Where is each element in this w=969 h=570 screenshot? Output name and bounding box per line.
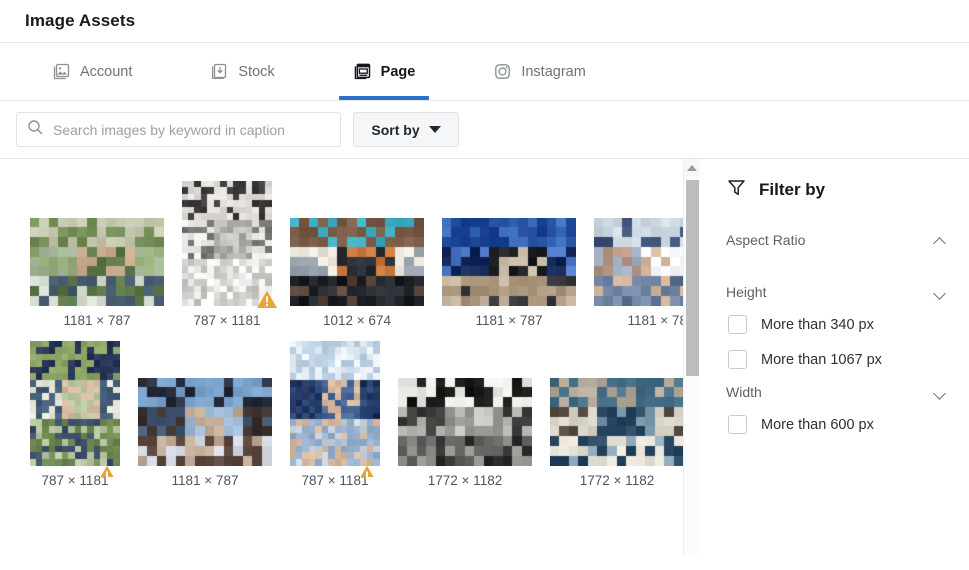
thumbnail-holder[interactable] — [290, 341, 380, 477]
image-thumbnail[interactable] — [398, 378, 532, 466]
filter-option-width-600[interactable]: More than 600 px — [726, 407, 947, 442]
image-asset-item[interactable]: 787 × 1181 — [182, 181, 277, 328]
filter-panel: Filter by Aspect Ratio Height More than … — [700, 159, 969, 555]
thumbnail-holder[interactable] — [138, 378, 272, 466]
instagram-icon — [493, 62, 512, 81]
image-thumbnail[interactable] — [550, 378, 684, 466]
image-thumbnail[interactable] — [290, 341, 380, 466]
thumbnail-holder[interactable] — [442, 218, 576, 306]
image-dimensions-label: 1181 × 787 — [171, 473, 239, 488]
sort-by-label: Sort by — [371, 121, 420, 138]
gallery-scrollbar[interactable] — [683, 159, 700, 555]
height-options: More than 340 px More than 1067 px — [726, 307, 947, 377]
checkbox[interactable] — [728, 350, 747, 369]
filter-section-label: Aspect Ratio — [726, 232, 806, 248]
image-asset-item[interactable]: 1181 × 787 — [442, 218, 576, 328]
image-asset-item[interactable]: 1772 × 1182 — [398, 378, 532, 488]
chevron-down-icon — [428, 126, 441, 133]
image-thumbnail[interactable] — [290, 218, 424, 306]
search-box[interactable] — [16, 112, 341, 147]
tab-account[interactable]: Account — [38, 43, 146, 100]
image-thumbnail[interactable] — [442, 218, 576, 306]
warning-triangle-icon — [95, 464, 118, 477]
image-asset-item[interactable]: 1772 × 1182 — [550, 378, 684, 488]
image-frame-icon — [52, 62, 71, 81]
image-grid-row: 787 × 1181 1181 × 787 787 × 1181 1772 × 11… — [30, 341, 700, 488]
filter-section-height[interactable]: Height — [726, 277, 947, 307]
thumbnail-holder[interactable] — [290, 218, 424, 306]
image-asset-item[interactable]: 787 × 1181 — [290, 341, 380, 488]
filter-option-label: More than 1067 px — [761, 351, 882, 368]
download-box-icon — [210, 62, 229, 81]
image-asset-item[interactable]: 787 × 1181 — [30, 341, 120, 488]
warning-triangle-icon — [355, 464, 378, 477]
image-thumbnail[interactable] — [138, 378, 272, 466]
checkbox[interactable] — [728, 415, 747, 434]
image-asset-item[interactable]: 1181 × 787 — [138, 378, 272, 488]
warning-triangle-icon — [255, 288, 278, 310]
image-grid: 1181 × 787 787 × 1181 1012 × 674 1181 × 78… — [0, 159, 700, 488]
aspect-ratio-content — [726, 255, 947, 277]
image-gallery-panel: 1181 × 787 787 × 1181 1012 × 674 1181 × 78… — [0, 159, 700, 555]
image-grid-row: 1181 × 787 787 × 1181 1012 × 674 1181 × 78… — [30, 181, 700, 328]
image-dimensions-label: 1772 × 1182 — [427, 473, 503, 488]
filter-title: Filter by — [759, 180, 826, 199]
chevron-down-icon — [934, 286, 947, 299]
filter-header: Filter by — [726, 177, 947, 203]
scroll-up-button[interactable] — [684, 159, 700, 176]
tab-page[interactable]: Page — [338, 43, 430, 100]
image-asset-item[interactable]: 1012 × 674 — [290, 218, 424, 328]
filter-option-height-1067[interactable]: More than 1067 px — [726, 342, 947, 377]
search-input[interactable] — [53, 121, 330, 138]
page-layout-icon — [353, 62, 372, 81]
tab-stock[interactable]: Stock — [196, 43, 288, 100]
filter-section-width[interactable]: Width — [726, 377, 947, 407]
tab-instagram[interactable]: Instagram — [479, 43, 599, 100]
thumbnail-holder[interactable] — [30, 341, 120, 477]
chevron-down-icon — [934, 386, 947, 399]
active-tab-indicator — [338, 96, 430, 100]
tab-bar: Account Stock Page Instagram — [0, 43, 969, 100]
filter-option-label: More than 600 px — [761, 416, 874, 433]
content-area: 1181 × 787 787 × 1181 1012 × 674 1181 × 78… — [0, 158, 969, 555]
filter-section-label: Height — [726, 284, 767, 300]
image-dimensions-label: 1012 × 674 — [323, 313, 391, 328]
chevron-up-icon — [934, 234, 947, 247]
tab-label: Stock — [238, 63, 275, 80]
thumbnail-holder[interactable] — [550, 378, 684, 466]
thumbnail-holder[interactable] — [30, 218, 164, 306]
triangle-up-icon — [687, 164, 697, 171]
filter-section-aspect-ratio[interactable]: Aspect Ratio — [726, 225, 947, 255]
page-title: Image Assets — [25, 11, 136, 30]
tab-label: Account — [80, 63, 133, 80]
thumbnail-holder[interactable] — [398, 378, 532, 466]
filter-section-label: Width — [726, 384, 762, 400]
filter-option-label: More than 340 px — [761, 316, 874, 333]
image-dimensions-label: 1181 × 787 — [63, 313, 131, 328]
image-dimensions-label: 1181 × 787 — [475, 313, 543, 328]
checkbox[interactable] — [728, 315, 747, 334]
image-thumbnail[interactable] — [30, 218, 164, 306]
filter-icon — [726, 177, 747, 203]
image-asset-item[interactable]: 1181 × 787 — [30, 218, 164, 328]
scrollbar-thumb[interactable] — [686, 180, 699, 376]
thumbnail-holder[interactable] — [182, 181, 277, 308]
toolbar: Sort by — [0, 101, 969, 158]
tab-label: Instagram — [521, 63, 586, 80]
sort-by-button[interactable]: Sort by — [353, 112, 459, 147]
app-header: Image Assets — [0, 0, 969, 42]
image-thumbnail[interactable] — [30, 341, 120, 466]
filter-option-height-340[interactable]: More than 340 px — [726, 307, 947, 342]
tab-label: Page — [380, 63, 416, 80]
width-options: More than 600 px — [726, 407, 947, 442]
image-dimensions-label: 1772 × 1182 — [579, 473, 655, 488]
search-icon — [27, 119, 43, 140]
image-dimensions-label: 787 × 1181 — [193, 313, 261, 328]
